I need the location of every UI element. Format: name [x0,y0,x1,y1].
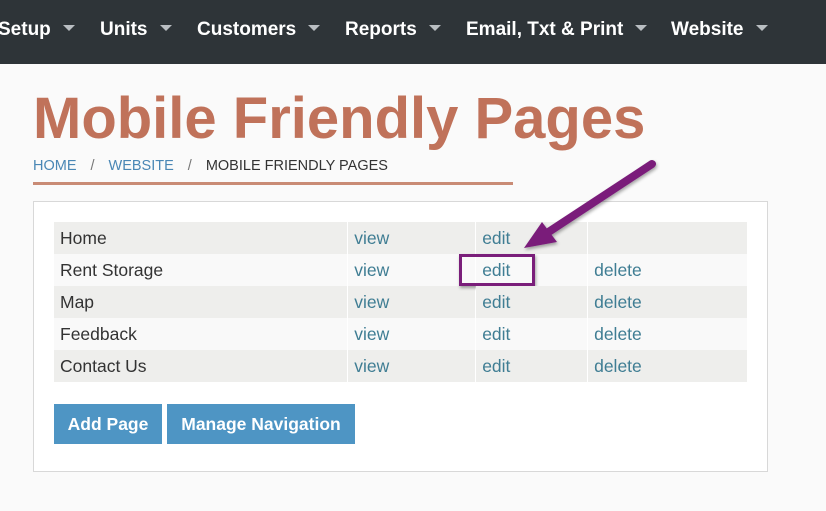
pages-panel: Home view edit Rent Storage view edit de… [33,201,768,472]
edit-link[interactable]: edit [482,356,510,376]
page-name: Feedback [54,318,349,350]
title-underline [33,182,513,185]
caret-down-icon [635,24,648,31]
nav-item-setup[interactable]: Setup [0,18,75,42]
caret-down-icon [159,24,172,31]
table-row: Feedback view edit delete [54,318,748,350]
delete-link[interactable]: delete [594,324,642,344]
manage-navigation-button[interactable]: Manage Navigation [167,404,355,444]
breadcrumb-home-link[interactable]: HOME [33,158,77,174]
top-navigation-bar: Setup Units Customers Reports Email, Txt… [0,0,826,64]
page-name: Map [54,286,349,318]
page-name: Rent Storage [54,254,349,286]
delete-link[interactable]: delete [594,260,642,280]
table-row: Contact Us view edit delete [54,350,748,382]
nav-item-reports[interactable]: Reports [345,18,441,42]
page-title: Mobile Friendly Pages [33,86,646,151]
nav-item-label: Email, Txt & Print [466,19,624,40]
delete-link[interactable]: delete [594,356,642,376]
edit-link[interactable]: edit [482,324,510,344]
nav-item-website[interactable]: Website [671,18,768,42]
nav-item-customers[interactable]: Customers [197,18,321,42]
view-link[interactable]: view [354,324,389,344]
caret-down-icon [62,24,75,31]
caret-down-icon [755,24,768,31]
delete-link[interactable]: delete [594,292,642,312]
nav-item-label: Customers [197,19,297,40]
breadcrumb: HOME / WEBSITE / MOBILE FRIENDLY PAGES [33,156,388,176]
page-name: Home [54,222,349,254]
edit-link[interactable]: edit [482,228,510,248]
nav-item-label: Reports [345,19,417,40]
nav-item-units[interactable]: Units [100,18,172,42]
edit-link[interactable]: edit [482,292,510,312]
breadcrumb-website-link[interactable]: WEBSITE [109,158,174,174]
breadcrumb-current: MOBILE FRIENDLY PAGES [205,158,388,174]
breadcrumb-separator: / [187,158,192,174]
caret-down-icon [428,24,441,31]
table-row: Map view edit delete [54,286,748,318]
view-link[interactable]: view [354,356,389,376]
table-row: Home view edit [54,222,748,254]
nav-item-label: Setup [0,19,51,40]
breadcrumb-separator: / [90,158,95,174]
page-name: Contact Us [54,350,349,382]
highlight-box [459,254,536,286]
view-link[interactable]: view [354,292,389,312]
add-page-button[interactable]: Add Page [54,404,162,444]
caret-down-icon [308,24,321,31]
view-link[interactable]: view [354,260,389,280]
nav-item-email-txt-print[interactable]: Email, Txt & Print [466,18,648,42]
view-link[interactable]: view [354,228,389,248]
table-row: Rent Storage view edit delete [54,254,748,286]
nav-item-label: Units [100,19,148,40]
nav-item-label: Website [671,19,744,40]
pages-table: Home view edit Rent Storage view edit de… [54,222,748,382]
